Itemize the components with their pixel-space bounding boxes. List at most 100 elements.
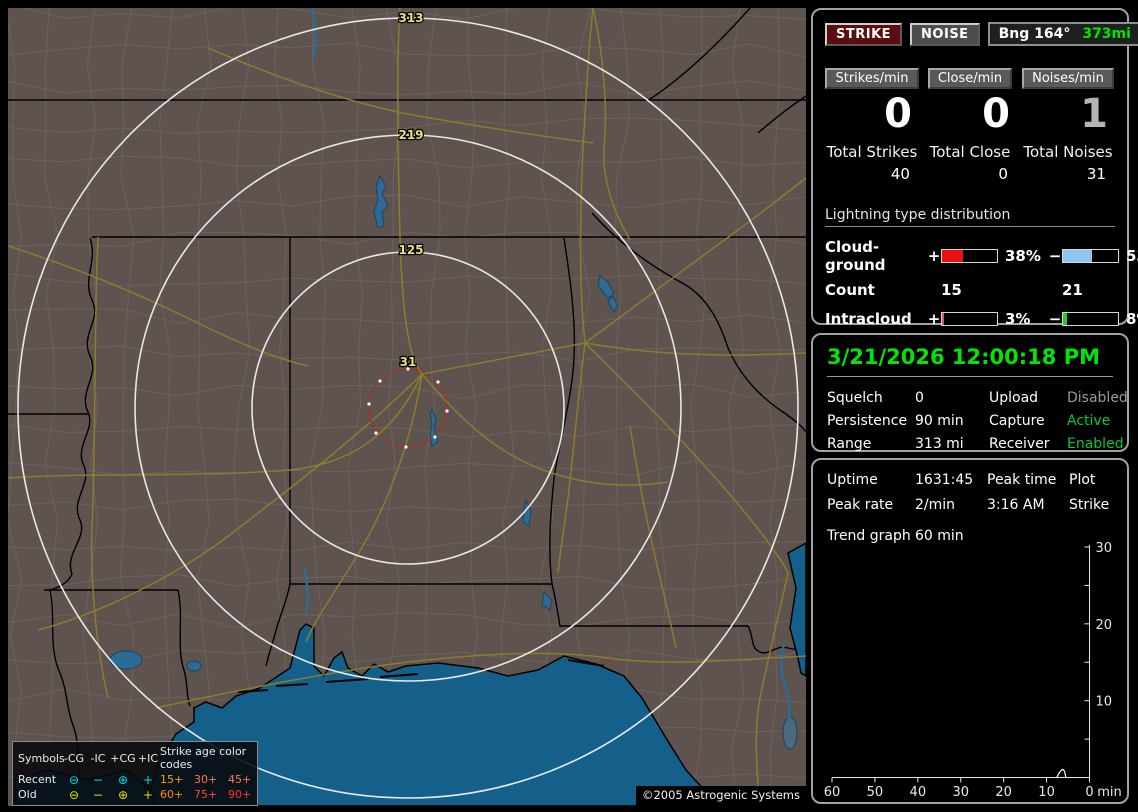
ic-plus-bar xyxy=(941,312,998,326)
persistence-label: Persistence xyxy=(827,413,908,429)
peak-time-value: 3:16 AM xyxy=(987,497,1045,513)
legend-recent-label: Recent xyxy=(18,773,57,786)
symbol-legend: Symbols -CG -IC +CG +IC Strike age color… xyxy=(12,741,258,806)
clock: 3/21/2026 12:00:18 PM xyxy=(827,345,1113,377)
noises-per-min-value: 1 xyxy=(1080,91,1108,137)
lightning-map[interactable]: 313 219 125 31 Symbols -CG -IC +CG +IC S… xyxy=(8,8,806,806)
cg-minus-percent: 53% xyxy=(1126,247,1138,265)
stats-panel: Uptime 1631:45 Peak time Plot Peak rate … xyxy=(811,458,1129,804)
legend-col-neg-ic: -IC xyxy=(90,751,106,765)
legend-col-pos-cg: +CG xyxy=(110,751,136,765)
intracloud-row: Intracloud + 3% − 8% xyxy=(825,310,1138,328)
cloud-ground-counts: Count 15 21 xyxy=(825,281,1115,299)
range-label: Range xyxy=(827,436,872,452)
svg-text:20: 20 xyxy=(995,785,1012,800)
minus-sign: − xyxy=(1048,310,1062,328)
pos-cg-old-icon: ⊕ xyxy=(117,787,129,802)
cg-minus-count: 21 xyxy=(1062,281,1083,299)
svg-text:0: 0 xyxy=(1085,785,1093,800)
age-75: 75+ xyxy=(194,788,218,801)
age-15: 15+ xyxy=(160,773,184,786)
trend-tick-labels: 10 20 30 60 50 40 30 20 10 0 min xyxy=(824,541,1122,800)
ic-plus-percent: 3% xyxy=(1005,310,1031,328)
stats-grid: Uptime 1631:45 Peak time Plot Peak rate … xyxy=(827,472,1113,513)
total-close-value: 0 xyxy=(998,165,1008,183)
close-per-min-value: 0 xyxy=(982,91,1010,137)
bearing-distance: 373mi xyxy=(1082,26,1131,42)
trend-series xyxy=(1056,768,1067,778)
pos-cg-recent-icon: ⊕ xyxy=(117,772,129,787)
close-per-min-header[interactable]: Close/min xyxy=(927,68,1013,89)
strikes-per-min-value: 0 xyxy=(884,91,912,137)
cg-plus-percent: 38% xyxy=(1005,247,1041,265)
svg-text:40: 40 xyxy=(910,785,927,800)
ring-label-219: 219 xyxy=(398,128,423,142)
strike-mode-button[interactable]: STRIKE xyxy=(825,22,903,46)
total-noises-label: Total Noises xyxy=(1023,143,1113,161)
peak-rate-value: 2/min xyxy=(915,497,956,513)
total-strikes-value: 40 xyxy=(890,165,910,183)
strikes-per-min-header[interactable]: Strikes/min xyxy=(825,68,919,89)
svg-text:10: 10 xyxy=(1096,695,1113,710)
pos-ic-recent-icon: + xyxy=(142,772,154,787)
mode-toolbar: STRIKE NOISE Bng 164° 373mi xyxy=(813,10,1138,46)
total-close-label: Total Close xyxy=(929,143,1011,161)
uptime-label: Uptime xyxy=(827,472,878,488)
close-counter: Close/min 0 Total Close 0 xyxy=(921,68,1019,183)
app-window: { "map": { "ring_labels": {"outer": "313… xyxy=(0,0,1138,812)
cloud-ground-row: Cloud-ground + 38% − 53% xyxy=(825,238,1138,274)
legend-old-label: Old xyxy=(18,788,37,801)
uptime-value: 1631:45 xyxy=(915,472,974,488)
legend-age-header: Strike age color codes xyxy=(160,745,247,771)
neg-ic-old-icon: − xyxy=(92,787,104,802)
noise-mode-button[interactable]: NOISE xyxy=(910,22,980,46)
upload-label: Upload xyxy=(989,390,1039,406)
trend-graph: 10 20 30 60 50 40 30 20 10 0 min xyxy=(824,541,1122,800)
age-90: 90+ xyxy=(228,788,252,801)
total-strikes-label: Total Strikes xyxy=(826,143,918,161)
range-value: 313 mi xyxy=(915,436,964,452)
svg-text:10: 10 xyxy=(1038,785,1055,800)
bearing-value: Bng 164° xyxy=(998,26,1071,42)
status-grid: Squelch 0 Upload Disabled Persistence 90… xyxy=(827,390,1128,452)
plus-sign: + xyxy=(927,310,941,328)
noises-counter: Noises/min 1 Total Noises 31 xyxy=(1019,68,1117,183)
ic-minus-bar xyxy=(1062,312,1119,326)
persistence-value: 90 min xyxy=(915,413,964,429)
age-45: 45+ xyxy=(228,773,252,786)
peak-rate-label: Peak rate xyxy=(827,497,894,513)
lightning-distribution: Lightning type distribution Cloud-ground… xyxy=(825,207,1138,353)
map-canvas: 313 219 125 31 xyxy=(8,8,806,806)
legend-col-pos-ic: +IC xyxy=(137,751,159,765)
cg-minus-bar xyxy=(1062,249,1119,263)
peak-time-label: Peak time xyxy=(987,472,1057,488)
ring-label-313: 313 xyxy=(398,11,423,25)
intracloud-label: Intracloud xyxy=(825,310,912,328)
pos-ic-old-icon: + xyxy=(142,787,154,802)
cg-plus-count: 15 xyxy=(941,281,962,299)
legend-col-neg-cg: -CG xyxy=(63,751,85,765)
ic-minus-percent: 8% xyxy=(1126,310,1138,328)
svg-text:30: 30 xyxy=(1096,541,1113,556)
capture-value: Active xyxy=(1067,413,1111,429)
ring-label-125: 125 xyxy=(398,243,423,257)
age-30: 30+ xyxy=(194,773,218,786)
plot-label: Plot xyxy=(1069,472,1096,488)
receiver-value: Enabled xyxy=(1067,436,1124,452)
rate-counters: Strikes/min 0 Total Strikes 40 Close/min… xyxy=(813,68,1127,183)
svg-text:50: 50 xyxy=(867,785,884,800)
status-panel: 3/21/2026 12:00:18 PM Squelch 0 Upload D… xyxy=(811,333,1129,452)
legend-symbols-header: Symbols xyxy=(18,751,65,765)
neg-ic-recent-icon: − xyxy=(92,772,104,787)
noises-per-min-header[interactable]: Noises/min xyxy=(1022,68,1114,89)
ring-label-31: 31 xyxy=(400,355,417,369)
trend-axes xyxy=(832,545,1090,778)
counters-panel: STRIKE NOISE Bng 164° 373mi Strikes/min 0… xyxy=(811,8,1138,353)
trend-ticks xyxy=(831,546,1090,783)
cg-plus-bar xyxy=(941,249,998,263)
plot-value: Strike xyxy=(1069,497,1110,513)
count-label: Count xyxy=(825,281,875,299)
squelch-label: Squelch xyxy=(827,390,883,406)
cloud-ground-label: Cloud-ground xyxy=(825,238,886,274)
squelch-value: 0 xyxy=(915,390,924,406)
